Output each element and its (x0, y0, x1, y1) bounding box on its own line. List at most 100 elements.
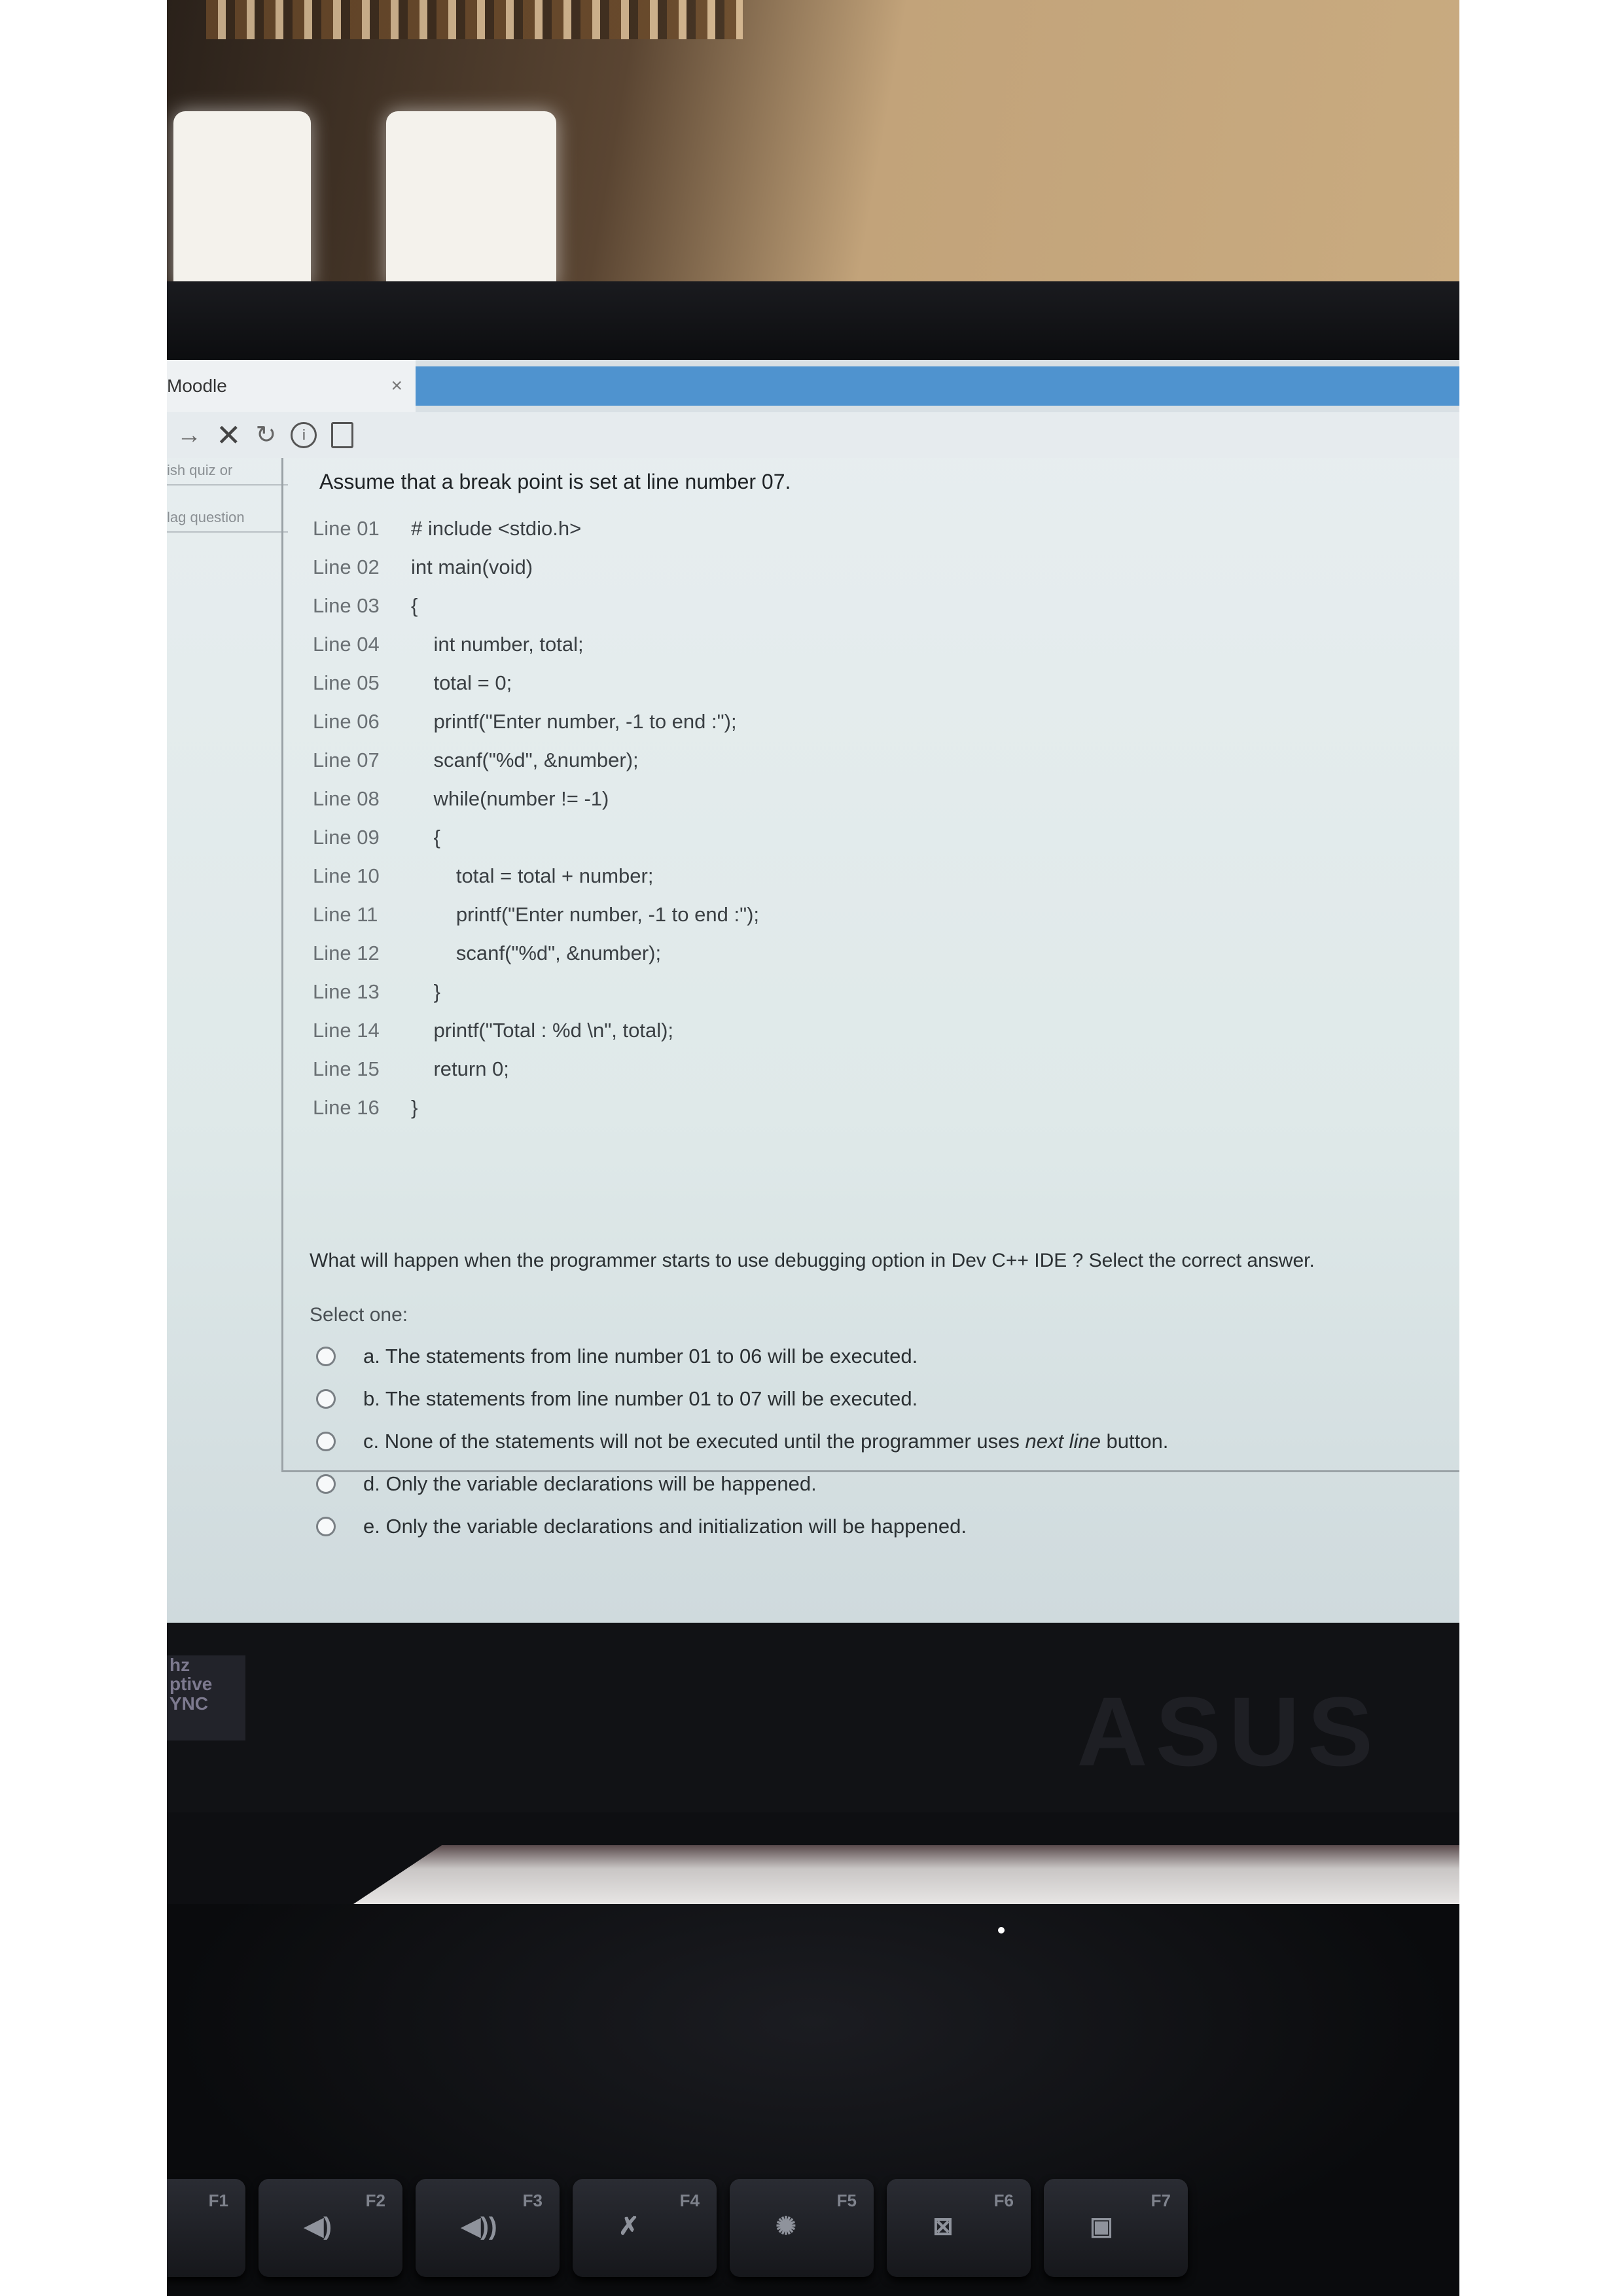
browser-tab[interactable]: Moodle × (167, 360, 416, 412)
line-number: Line 08 (313, 786, 380, 810)
volume-up-icon: ◀)) (461, 2213, 497, 2240)
laptop-screen: Moodle × → ✕ ↻ i ish quiz or lag questio… (167, 360, 1459, 1623)
flag-question-link[interactable]: lag question (167, 505, 288, 533)
line-number: Line 12 (313, 941, 380, 964)
option-text: e. Only the variable declarations and in… (363, 1514, 967, 1538)
code-text: # include <stdio.h> (411, 516, 582, 540)
code-text: int main(void) (411, 555, 533, 578)
window-pane (386, 111, 556, 288)
code-line: Line 03 { (313, 586, 759, 625)
code-listing: Line 01 # include <stdio.h> Line 02 int ma… (313, 509, 759, 1127)
line-number: Line 09 (313, 825, 380, 849)
display-icon: ▣ (1090, 2213, 1113, 2240)
status-led (998, 1927, 1005, 1934)
fan-icon: ✱ (167, 2212, 168, 2241)
option-text: c. None of the statements will not be ex… (363, 1430, 1168, 1453)
laptop-hinge (353, 1845, 1459, 1904)
browser-toolbar: → ✕ ↻ i (167, 412, 1459, 458)
radio-button[interactable] (316, 1431, 336, 1451)
window-pane (173, 111, 311, 288)
laptop-sticker: hz ptive YNC (167, 1655, 245, 1740)
performance-icon: ✺ (776, 2213, 796, 2240)
function-key-f3[interactable]: ◀)) F3 (416, 2179, 560, 2277)
answer-option-d[interactable]: d. Only the variable declarations will b… (316, 1462, 1168, 1505)
stop-icon[interactable]: ✕ (216, 420, 241, 450)
code-line: Line 09 { (313, 818, 759, 857)
code-text: scanf("%d", &number); (411, 748, 639, 771)
sticker-line: ptive (169, 1674, 213, 1695)
function-key-f2[interactable]: ◀) F2 (259, 2179, 402, 2277)
tab-bar-accent (416, 366, 1459, 406)
key-label: F7 (1150, 2191, 1171, 2210)
code-line: Line 04 int number, total; (313, 625, 759, 663)
function-key-f4[interactable]: ✗ F4 (573, 2179, 717, 2277)
radio-button[interactable] (316, 1388, 336, 1409)
code-line: Line 14 printf("Total : %d \n", total); (313, 1011, 759, 1050)
code-line: Line 15 return 0; (313, 1050, 759, 1088)
function-key-f7[interactable]: ▣ F7 (1044, 2179, 1188, 2277)
page-icon[interactable] (331, 422, 354, 448)
question-prompt: What will happen when the programmer sta… (310, 1250, 1315, 1271)
code-text: { (411, 825, 440, 849)
code-text: printf("Enter number, -1 to end :"); (411, 709, 737, 733)
line-number: Line 05 (313, 671, 380, 694)
answer-option-c[interactable]: c. None of the statements will not be ex… (316, 1420, 1168, 1462)
select-one-label: Select one: (310, 1304, 408, 1326)
brand-logo: ASUS (1077, 1676, 1381, 1786)
answer-option-e[interactable]: e. Only the variable declarations and in… (316, 1505, 1168, 1547)
line-number: Line 13 (313, 980, 380, 1003)
sticker-line: hz (169, 1655, 190, 1675)
code-text: return 0; (411, 1057, 509, 1080)
function-key-f1[interactable]: ✱ F1 (167, 2179, 245, 2277)
wood-carving (206, 0, 743, 39)
answer-options: a. The statements from line number 01 to… (316, 1335, 1168, 1547)
tab-close-icon[interactable]: × (391, 375, 402, 397)
key-label: F4 (679, 2191, 700, 2210)
key-label: F2 (365, 2191, 385, 2210)
finish-quiz-link[interactable]: ish quiz or (167, 458, 288, 486)
option-text: b. The statements from line number 01 to… (363, 1386, 918, 1410)
answer-option-a[interactable]: a. The statements from line number 01 to… (316, 1335, 1168, 1377)
line-number: Line 04 (313, 632, 380, 656)
code-line: Line 08 while(number != -1) (313, 779, 759, 818)
photo: Moodle × → ✕ ↻ i ish quiz or lag questio… (167, 0, 1459, 2296)
answer-option-b[interactable]: b. The statements from line number 01 to… (316, 1377, 1168, 1420)
option-text: a. The statements from line number 01 to… (363, 1344, 918, 1368)
page-content: ish quiz or lag question Assume that a b… (167, 458, 1459, 1623)
code-line: Line 02 int main(void) (313, 548, 759, 586)
code-text: { (411, 593, 418, 617)
option-text-start: c. None of the statements will not be ex… (363, 1429, 1026, 1453)
radio-button[interactable] (316, 1474, 336, 1494)
question-stem: Assume that a break point is set at line… (319, 470, 791, 493)
line-number: Line 16 (313, 1095, 380, 1119)
code-text: printf("Total : %d \n", total); (411, 1018, 674, 1042)
radio-button[interactable] (316, 1346, 336, 1366)
function-key-f6[interactable]: ⊠ F6 (887, 2179, 1031, 2277)
key-label: F3 (522, 2191, 543, 2210)
line-number: Line 06 (313, 709, 380, 733)
code-line: Line 05 total = 0; (313, 663, 759, 702)
reload-icon[interactable]: ↻ (256, 423, 277, 448)
tab-title: Moodle (167, 376, 227, 396)
quiz-sidebar: ish quiz or lag question (167, 458, 288, 1623)
option-text: d. Only the variable declarations will b… (363, 1472, 817, 1495)
function-key-f5[interactable]: ✺ F5 (730, 2179, 874, 2277)
code-line: Line 10 total = total + number; (313, 857, 759, 895)
volume-down-icon: ◀) (304, 2213, 332, 2240)
code-text: int number, total; (411, 632, 584, 656)
code-line: Line 06 printf("Enter number, -1 to end … (313, 702, 759, 741)
radio-button[interactable] (316, 1516, 336, 1536)
code-line: Line 11 printf("Enter number, -1 to end … (313, 895, 759, 934)
site-info-icon[interactable]: i (291, 422, 317, 448)
key-label: F6 (993, 2191, 1014, 2210)
laptop-top-bezel (167, 281, 1459, 366)
option-text-end: button. (1100, 1429, 1169, 1453)
browser-tab-bar: Moodle × (167, 360, 1459, 412)
code-text: total = 0; (411, 671, 512, 694)
forward-arrow-icon[interactable]: → (177, 423, 202, 448)
code-line: Line 13 } (313, 972, 759, 1011)
code-line: Line 01 # include <stdio.h> (313, 509, 759, 548)
code-text: total = total + number; (411, 864, 654, 887)
key-label: F5 (836, 2191, 857, 2210)
question-container: Assume that a break point is set at line… (281, 458, 1459, 1538)
